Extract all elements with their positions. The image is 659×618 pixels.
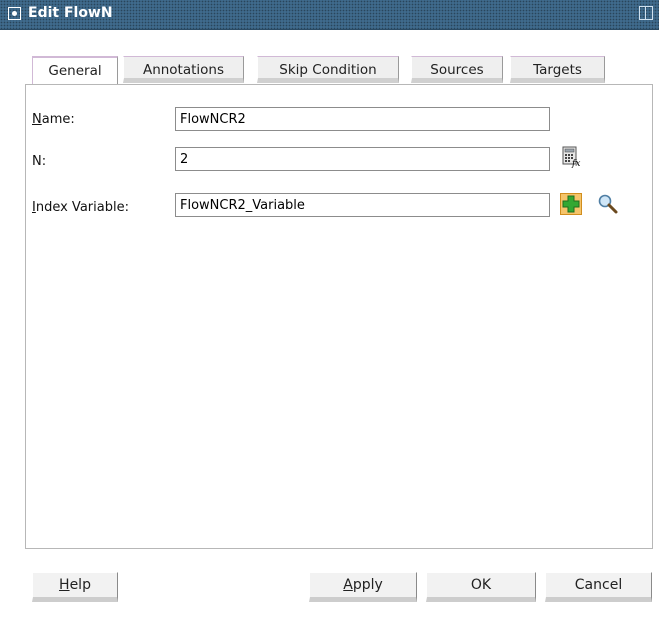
window-title: Edit FlowN: [28, 5, 113, 21]
index-variable-label: Index Variable:: [32, 200, 129, 215]
cancel-button[interactable]: Cancel: [545, 572, 652, 602]
ok-button[interactable]: OK: [426, 572, 536, 602]
window-menu-icon[interactable]: [8, 7, 21, 20]
title-bar: Edit FlowN: [0, 0, 659, 30]
n-field[interactable]: [175, 147, 550, 171]
help-button[interactable]: Help: [32, 572, 118, 602]
tab-annotations[interactable]: Annotations: [123, 56, 244, 83]
name-field[interactable]: [175, 107, 550, 131]
maximize-icon[interactable]: [639, 6, 653, 20]
n-label: N:: [32, 154, 47, 169]
tab-targets[interactable]: Targets: [510, 56, 605, 83]
add-icon[interactable]: [560, 193, 582, 215]
search-icon[interactable]: [597, 193, 619, 215]
name-label: Name:: [32, 112, 75, 127]
index-variable-field[interactable]: [175, 193, 550, 217]
svg-text:fx: fx: [571, 159, 580, 168]
tab-general[interactable]: General: [32, 56, 118, 84]
apply-button[interactable]: Apply: [309, 572, 417, 602]
tab-sources[interactable]: Sources: [411, 56, 503, 83]
tab-skip-condition[interactable]: Skip Condition: [257, 56, 399, 83]
expression-builder-icon[interactable]: fx: [560, 146, 582, 169]
